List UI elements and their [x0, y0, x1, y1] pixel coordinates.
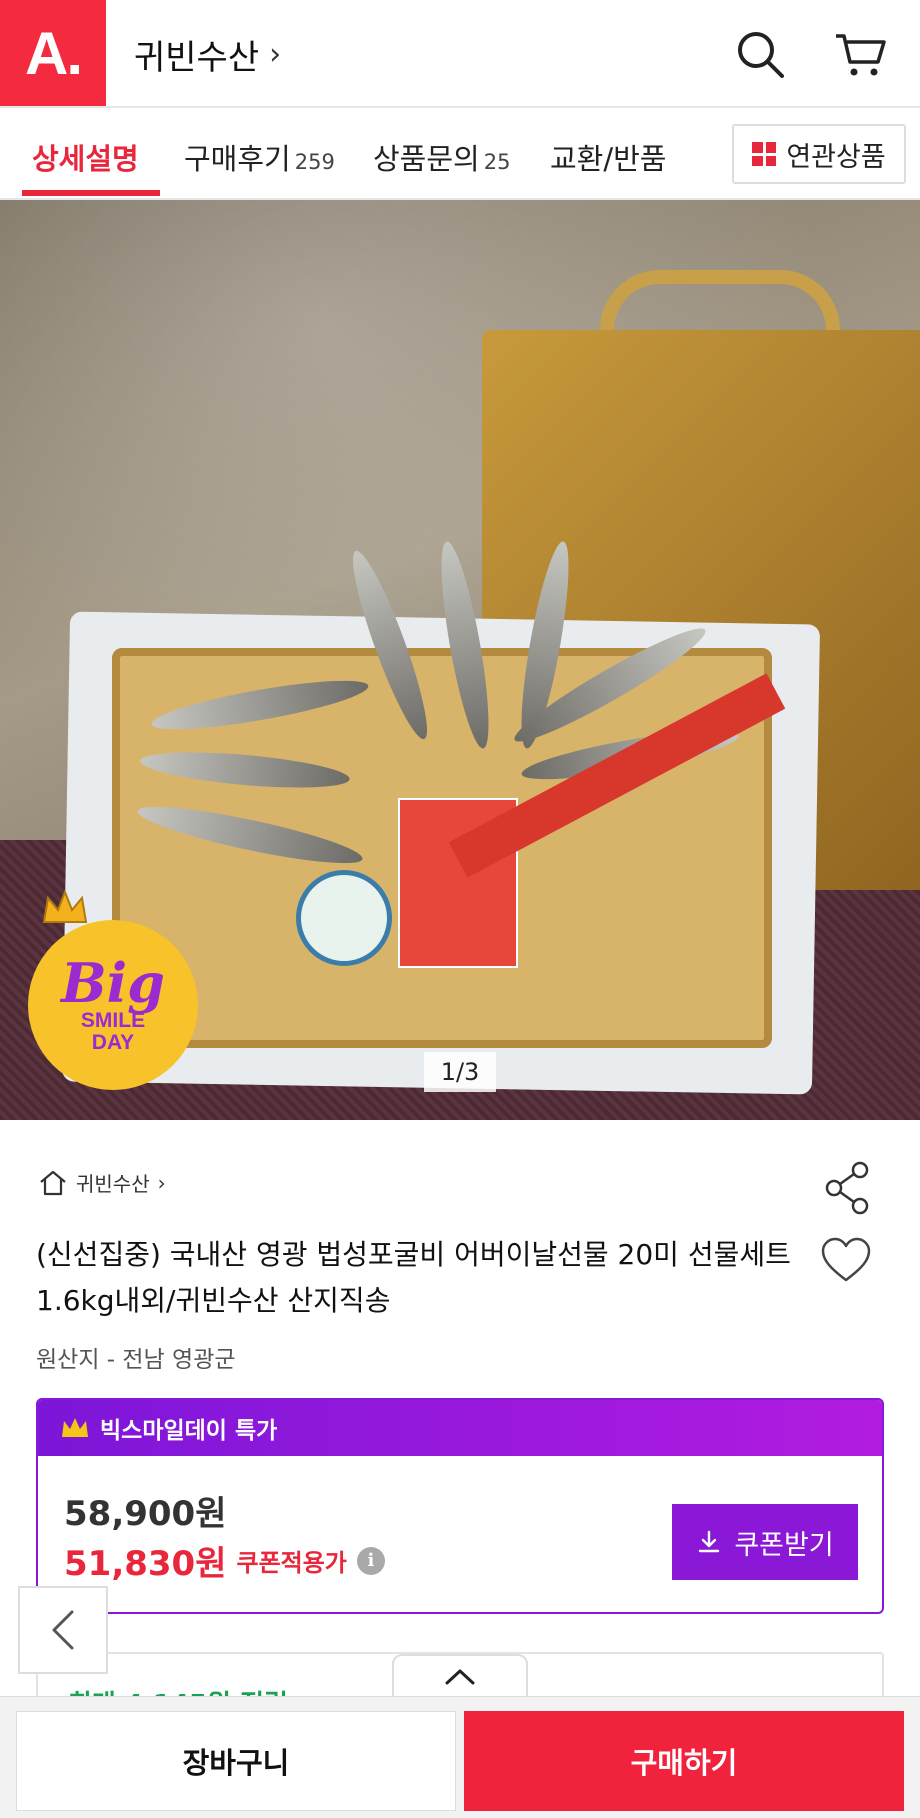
grid-icon: [752, 142, 777, 166]
tab-reviews[interactable]: 구매후기 259: [184, 136, 335, 178]
share-icon[interactable]: [822, 1160, 872, 1216]
info-icon[interactable]: i: [356, 1546, 385, 1575]
price-box: 빅스마일데이 특가 58,900원 51,830원 쿠폰적용가 i 쿠폰받기: [36, 1398, 884, 1614]
expand-bar-handle[interactable]: [392, 1654, 528, 1698]
tab-details-label: 상세설명: [32, 142, 139, 176]
get-coupon-label: 쿠폰받기: [734, 1529, 834, 1561]
related-products-button[interactable]: 연관상품: [732, 124, 906, 184]
badge-line2: DAY: [91, 1031, 135, 1054]
cart-icon[interactable]: [832, 26, 888, 82]
product-tabs: 상세설명 구매후기 259 상품문의 25 교환/반품 연관상품: [0, 108, 920, 200]
sale-price-label: 쿠폰적용가: [236, 1549, 347, 1577]
crown-icon: [42, 889, 88, 923]
chevron-right-icon: ›: [157, 1170, 166, 1195]
chevron-right-icon: ›: [269, 37, 282, 72]
promo-header: 빅스마일데이 특가: [38, 1400, 882, 1456]
auction-logo[interactable]: A.: [0, 0, 106, 106]
original-price: 58,900원: [64, 1494, 227, 1534]
tab-details[interactable]: 상세설명: [32, 136, 139, 178]
product-title: (신선집중) 국내산 영광 법성포굴비 어버이날선물 20미 선물세트 1.6k…: [36, 1238, 791, 1317]
heart-icon[interactable]: [820, 1236, 872, 1284]
active-tab-indicator: [22, 190, 160, 196]
sale-price: 51,830원: [64, 1544, 227, 1584]
add-to-cart-button[interactable]: 장바구니: [16, 1711, 456, 1811]
tab-exchange-label: 교환/반품: [550, 142, 667, 176]
bottom-action-bar: 장바구니 구매하기: [0, 1696, 920, 1818]
quality-medal: [296, 870, 392, 966]
related-products-label: 연관상품: [786, 141, 886, 173]
download-icon: [699, 1530, 720, 1553]
tab-exchange-return[interactable]: 교환/반품: [550, 136, 667, 178]
chevron-left-icon: [52, 1610, 74, 1650]
breadcrumb[interactable]: 귀빈수산 ›: [38, 1168, 166, 1197]
big-smile-day-badge: Big SMILE DAY: [28, 920, 198, 1090]
get-coupon-button[interactable]: 쿠폰받기: [672, 1504, 858, 1580]
crown-icon: [62, 1418, 88, 1437]
badge-big-text: Big: [61, 950, 165, 1015]
tab-reviews-label: 구매후기: [184, 142, 291, 176]
prev-button[interactable]: [18, 1586, 108, 1674]
image-pager: 1/3: [424, 1052, 496, 1092]
home-icon: [40, 1170, 66, 1195]
tab-reviews-count: 259: [294, 150, 335, 174]
search-icon[interactable]: [732, 26, 788, 82]
store-name-label: 귀빈수산: [134, 38, 260, 78]
promo-header-label: 빅스마일데이 특가: [100, 1418, 278, 1444]
badge-line1: SMILE: [80, 1008, 146, 1032]
store-name-link[interactable]: 귀빈수산 ›: [134, 30, 281, 79]
tab-inquiries-label: 상품문의: [373, 142, 480, 176]
origin-text: 원산지 - 전남 영광군: [36, 1347, 236, 1373]
tab-inquiries-count: 25: [483, 150, 511, 174]
chevron-up-icon: [445, 1669, 475, 1685]
tab-inquiries[interactable]: 상품문의 25: [373, 136, 510, 178]
app-header: A. 귀빈수산 ›: [0, 0, 920, 108]
breadcrumb-store: 귀빈수산: [76, 1172, 150, 1196]
buy-now-button[interactable]: 구매하기: [464, 1711, 904, 1811]
sale-price-row: 51,830원 쿠폰적용가 i: [64, 1536, 385, 1585]
